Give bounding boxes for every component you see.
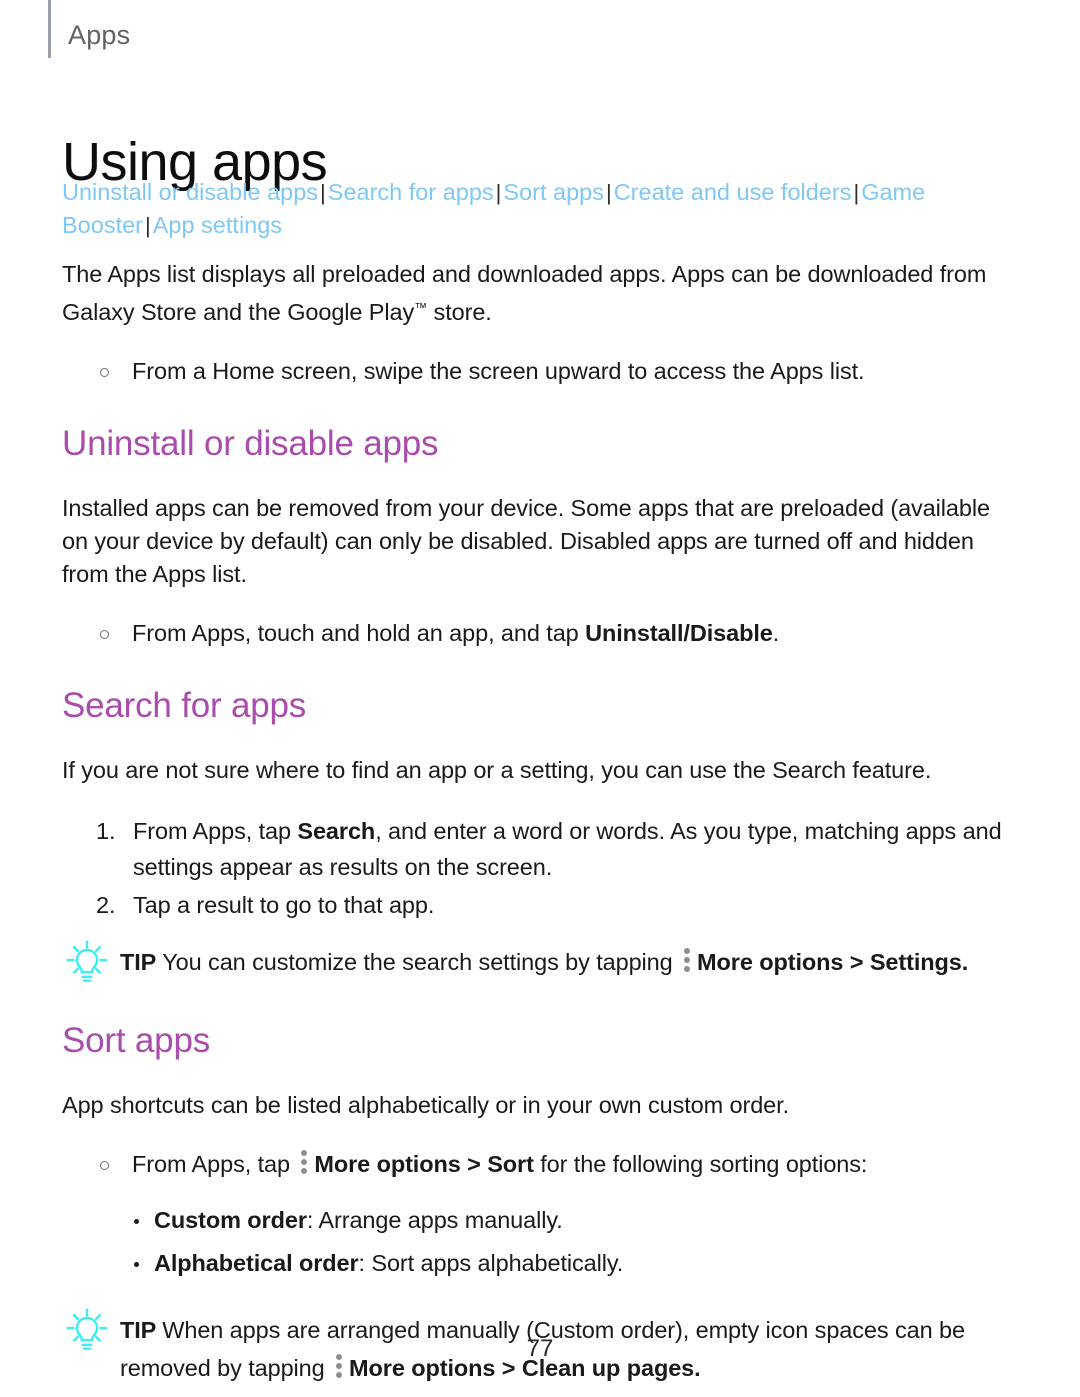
list-item: From Apps, touch and hold an app, and ta… [98, 617, 1012, 650]
link-create-and-use-folders[interactable]: Create and use folders [614, 179, 852, 205]
link-search-for-apps[interactable]: Search for apps [328, 179, 494, 205]
section-link-bar: Uninstall or disable apps|Search for app… [62, 176, 1006, 242]
running-header: Apps [48, 0, 131, 62]
sort-option-custom-order-desc: : Arrange apps manually. [306, 1207, 563, 1233]
sort-bullet-bold-more-options: More options [314, 1151, 461, 1177]
link-app-settings[interactable]: App settings [153, 212, 282, 238]
tip-label: TIP [120, 949, 157, 975]
list-item: Alphabetical order: Sort apps alphabetic… [132, 1242, 1012, 1285]
more-options-icon[interactable] [683, 948, 691, 972]
search-steps-list: From Apps, tap Search, and enter a word … [62, 813, 1012, 923]
sort-bullet-list: From Apps, tap More options > Sort for t… [62, 1148, 1012, 1181]
tip-text-search: TIP You can customize the search settings… [110, 943, 968, 981]
tip-block-search: TIP You can customize the search settings… [62, 940, 1012, 985]
sort-option-custom-order-term: Custom order [154, 1207, 307, 1233]
link-separator: | [145, 213, 151, 238]
section-heading-uninstall-or-disable-apps: Uninstall or disable apps [62, 424, 439, 463]
search-step-1-bold: Search [297, 818, 376, 844]
list-item: From Apps, tap More options > Sort for t… [98, 1148, 1012, 1181]
running-header-label: Apps [68, 20, 131, 50]
search-step-1-prefix: From Apps, tap [133, 818, 298, 844]
link-separator: | [853, 180, 860, 205]
intro-bullet-list: From a Home screen, swipe the screen upw… [62, 355, 1012, 388]
manual-page: Apps Using apps Uninstall or disable app… [0, 0, 1080, 1397]
uninstall-bullet-suffix: . [772, 620, 780, 646]
page-number: 77 [526, 1335, 554, 1362]
intro-paragraph-text: The Apps list displays all preloaded and… [62, 261, 987, 325]
sort-bullet-bold-sort: Sort [487, 1151, 534, 1177]
lightbulb-icon [64, 939, 110, 985]
tip-search-text-end: . [961, 949, 969, 975]
uninstall-bullet-bold: Uninstall/Disable [585, 620, 773, 646]
section-paragraph-sort: App shortcuts can be listed alphabetical… [62, 1092, 790, 1118]
intro-paragraph: The Apps list displays all preloaded and… [62, 258, 1012, 329]
uninstall-bullet-list: From Apps, touch and hold an app, and ta… [62, 617, 1012, 650]
link-separator: | [495, 180, 502, 205]
link-separator: | [320, 180, 326, 205]
sort-option-alphabetical-order-term: Alphabetical order [154, 1250, 359, 1276]
intro-bullet-text: From a Home screen, swipe the screen upw… [132, 358, 865, 384]
list-item: Tap a result to go to that app. [96, 887, 1012, 923]
section-paragraph-uninstall: Installed apps can be removed from your … [62, 495, 990, 587]
sort-bullet-chevron: > [460, 1151, 488, 1177]
more-options-icon[interactable] [300, 1150, 308, 1174]
trademark-symbol: ™ [414, 300, 428, 315]
list-item: From a Home screen, swipe the screen upw… [98, 355, 1012, 388]
link-separator: | [605, 180, 612, 205]
section-paragraph-search: If you are not sure where to find an app… [62, 757, 932, 783]
sort-option-alphabetical-order-desc: : Sort apps alphabetically. [358, 1250, 624, 1276]
link-uninstall-or-disable-apps[interactable]: Uninstall or disable apps [62, 179, 318, 205]
header-rule [48, 0, 51, 58]
tip-search-bold-more-options: More options [697, 949, 844, 975]
tip-search-text-before: You can customize the search settings by… [162, 949, 680, 975]
sort-bullet-suffix: for the following sorting options: [533, 1151, 868, 1177]
intro-paragraph-tail: store. [427, 299, 492, 325]
search-step-2-text: Tap a result to go to that app. [133, 892, 435, 918]
sort-options-list: Custom order: Arrange apps manually. Alp… [62, 1199, 1012, 1285]
uninstall-bullet-prefix: From Apps, touch and hold an app, and ta… [132, 620, 586, 646]
link-sort-apps[interactable]: Sort apps [503, 179, 604, 205]
section-heading-search-for-apps: Search for apps [62, 686, 307, 725]
tip-search-bold-settings: Settings [869, 949, 962, 975]
list-item: From Apps, tap Search, and enter a word … [96, 813, 1012, 885]
section-heading-sort-apps: Sort apps [62, 1021, 211, 1060]
sort-bullet-prefix: From Apps, tap [132, 1151, 297, 1177]
page-content: The Apps list displays all preloaded and… [62, 258, 1012, 1387]
list-item: Custom order: Arrange apps manually. [132, 1199, 1012, 1242]
tip-search-chevron: > [843, 949, 870, 975]
